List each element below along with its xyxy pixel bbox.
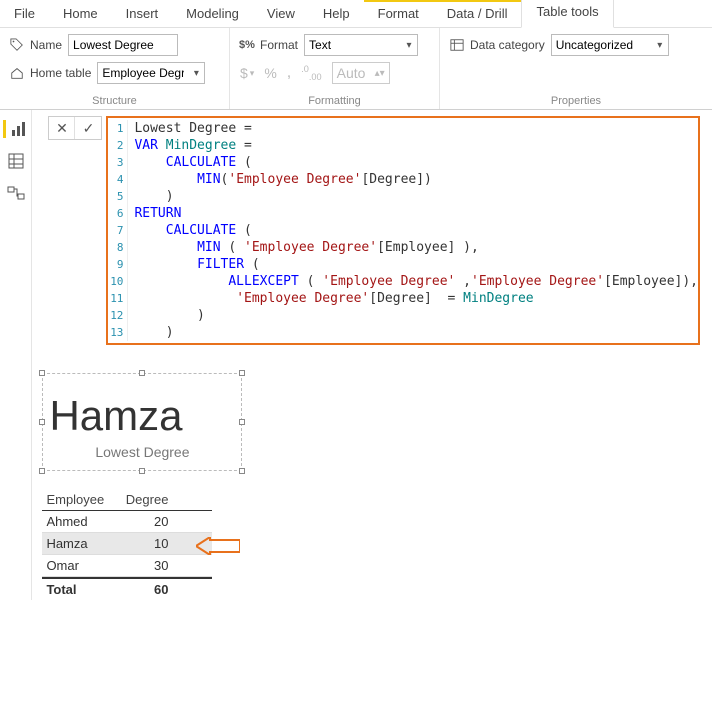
total-label: Total <box>42 579 118 600</box>
table-visual[interactable]: Employee Degree Ahmed20Hamza10Omar30 Tot… <box>42 489 212 600</box>
tab-format[interactable]: Format <box>364 0 433 27</box>
resize-handle[interactable] <box>239 370 245 376</box>
card-caption: Lowest Degree <box>49 444 235 460</box>
chevron-down-icon: ▾ <box>401 40 417 51</box>
cell-employee: Hamza <box>42 533 118 554</box>
tab-home[interactable]: Home <box>49 0 112 27</box>
tab-table-tools[interactable]: Table tools <box>521 0 613 28</box>
name-input[interactable] <box>68 34 178 56</box>
column-header-degree[interactable]: Degree <box>118 489 172 510</box>
tab-insert[interactable]: Insert <box>112 0 173 27</box>
table-total-row: Total 60 <box>42 577 212 600</box>
currency-button[interactable]: $ <box>240 65 248 81</box>
data-category-select[interactable]: ▾ <box>551 34 669 56</box>
name-label: Name <box>30 38 62 52</box>
ribbon-tabs: File Home Insert Modeling View Help Form… <box>0 0 712 28</box>
cell-employee: Ahmed <box>42 511 118 532</box>
decimal-places-input[interactable]: Auto▴▾ <box>332 62 390 84</box>
group-label-formatting: Formatting <box>240 93 429 107</box>
column-header-employee[interactable]: Employee <box>42 489 118 510</box>
table-header: Employee Degree <box>42 489 212 511</box>
home-table-label: Home table <box>30 66 91 80</box>
ribbon-panel: Name Home table ▾ Structure $% Format ▾ … <box>0 28 712 110</box>
table-row[interactable]: Hamza10 <box>42 533 212 555</box>
resize-handle[interactable] <box>139 468 145 474</box>
view-rail <box>0 110 32 600</box>
format-select[interactable]: ▾ <box>304 34 418 56</box>
tab-view[interactable]: View <box>253 0 309 27</box>
tab-modeling[interactable]: Modeling <box>172 0 253 27</box>
resize-handle[interactable] <box>39 419 45 425</box>
card-value: Hamza <box>49 392 235 440</box>
table-row[interactable]: Omar30 <box>42 555 212 577</box>
card-visual[interactable]: Hamza Lowest Degree <box>42 373 242 471</box>
ribbon-group-formatting: $% Format ▾ $▾ % , .0.00 Auto▴▾ Formatti… <box>230 28 440 109</box>
dax-editor[interactable]: 1Lowest Degree =2VAR MinDegree =3 CALCUL… <box>106 116 700 345</box>
formula-commit-button[interactable]: ✓ <box>75 117 101 139</box>
resize-handle[interactable] <box>139 370 145 376</box>
formula-bar: ✕ ✓ 1Lowest Degree =2VAR MinDegree =3 CA… <box>48 116 700 345</box>
formula-controls: ✕ ✓ <box>48 116 102 140</box>
percent-button[interactable]: % <box>264 65 276 81</box>
thousands-button[interactable]: , <box>287 69 291 77</box>
tab-file[interactable]: File <box>0 0 49 27</box>
resize-handle[interactable] <box>39 468 45 474</box>
cell-degree: 20 <box>118 511 172 532</box>
tab-data-drill[interactable]: Data / Drill <box>433 0 522 27</box>
cell-employee: Omar <box>42 555 118 576</box>
data-view-icon[interactable] <box>7 152 25 170</box>
formula-cancel-button[interactable]: ✕ <box>49 117 75 139</box>
report-canvas[interactable]: ✕ ✓ 1Lowest Degree =2VAR MinDegree =3 CA… <box>32 110 712 600</box>
resize-handle[interactable] <box>39 370 45 376</box>
group-label-structure: Structure <box>10 93 219 107</box>
data-category-label: Data category <box>470 38 545 52</box>
resize-handle[interactable] <box>239 419 245 425</box>
decimals-button[interactable]: .0.00 <box>301 64 321 82</box>
category-icon <box>450 38 464 52</box>
model-view-icon[interactable] <box>7 184 25 202</box>
tag-icon <box>10 38 24 52</box>
resize-handle[interactable] <box>239 468 245 474</box>
chevron-down-icon: ▾ <box>188 68 204 79</box>
home-table-select[interactable]: ▾ <box>97 62 205 84</box>
cell-degree: 10 <box>118 533 172 554</box>
cell-degree: 30 <box>118 555 172 576</box>
table-row[interactable]: Ahmed20 <box>42 511 212 533</box>
group-label-properties: Properties <box>450 93 702 107</box>
tab-help[interactable]: Help <box>309 0 364 27</box>
workspace: ✕ ✓ 1Lowest Degree =2VAR MinDegree =3 CA… <box>0 110 712 600</box>
ribbon-group-properties: Data category ▾ Properties <box>440 28 712 109</box>
arrow-annotation-icon <box>196 537 240 555</box>
ribbon-group-structure: Name Home table ▾ Structure <box>0 28 230 109</box>
total-value: 60 <box>118 579 172 600</box>
report-view-icon[interactable] <box>3 120 21 138</box>
chevron-down-icon: ▾ <box>652 40 668 51</box>
format-label: Format <box>260 38 298 52</box>
home-icon <box>10 66 24 80</box>
format-icon: $% <box>240 38 254 52</box>
